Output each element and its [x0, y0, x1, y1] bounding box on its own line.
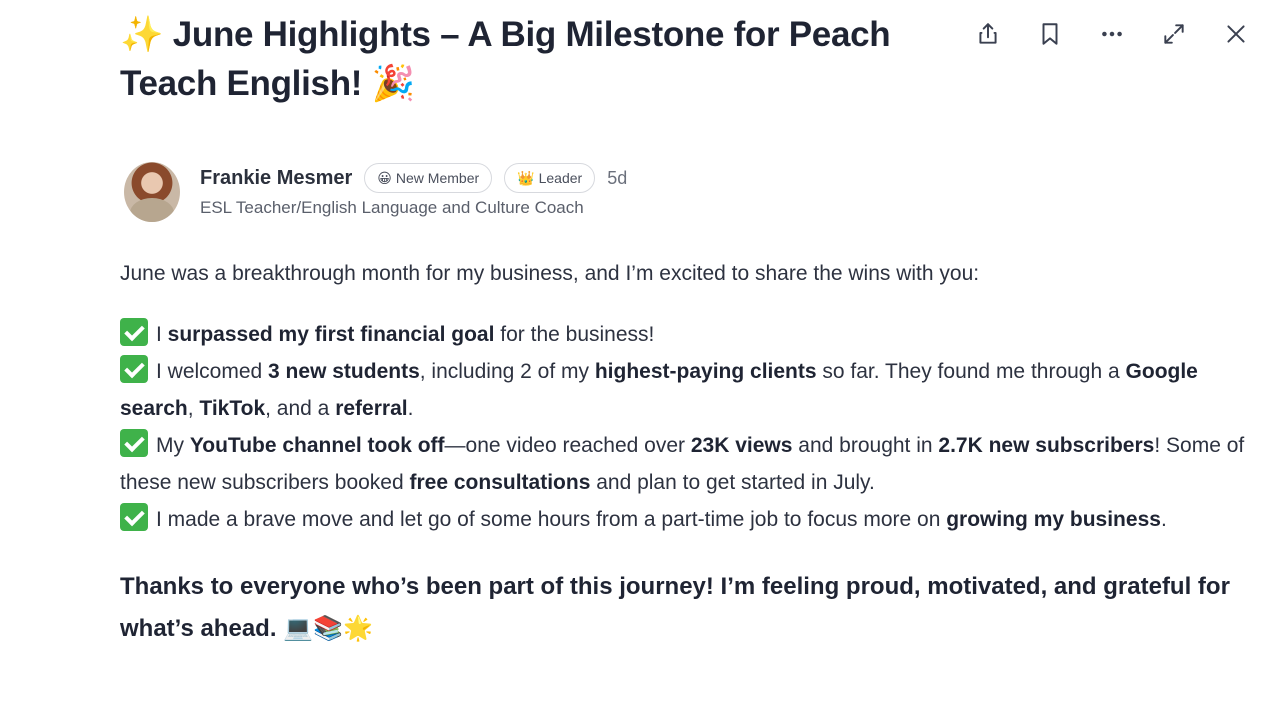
- post-toolbar: [968, 16, 1256, 52]
- share-icon: [979, 23, 997, 44]
- check-mark-icon: [120, 355, 148, 383]
- close-icon: [1227, 25, 1245, 43]
- check-mark-icon: [120, 429, 148, 457]
- badge-leader-label: Leader: [538, 170, 583, 186]
- avatar[interactable]: [124, 162, 180, 222]
- list-item: I welcomed 3 new students, including 2 o…: [120, 353, 1250, 427]
- badge-new-member: 😀 New Member: [364, 163, 493, 193]
- more-button[interactable]: [1092, 16, 1132, 52]
- share-button[interactable]: [968, 16, 1008, 52]
- expand-button[interactable]: [1154, 16, 1194, 52]
- post-title-text: June Highlights – A Big Milestone for Pe…: [120, 15, 891, 103]
- list-item: I made a brave move and let go of some h…: [120, 501, 1250, 538]
- check-mark-icon: [120, 503, 148, 531]
- party-popper-icon: 🎉: [371, 64, 416, 103]
- intro-paragraph: June was a breakthrough month for my bus…: [120, 262, 980, 285]
- author-title: ESL Teacher/English Language and Culture…: [200, 198, 584, 217]
- expand-icon: [1164, 24, 1184, 44]
- more-icon: [1102, 31, 1122, 37]
- badge-leader: 👑 Leader: [504, 163, 596, 193]
- author-name-row: Frankie Mesmer 😀 New Member 👑 Leader 5d: [200, 162, 627, 194]
- post-time: 5d: [607, 167, 628, 188]
- crown-icon: 👑: [517, 169, 535, 186]
- author-block: Frankie Mesmer 😀 New Member 👑 Leader 5d …: [124, 162, 627, 222]
- close-button[interactable]: [1216, 16, 1256, 52]
- author-name[interactable]: Frankie Mesmer: [200, 167, 352, 190]
- post-body: June was a breakthrough month for my bus…: [120, 256, 1250, 650]
- post-title: ✨ June Highlights – A Big Milestone for …: [120, 10, 950, 108]
- laptop-books-star-icons: 💻📚🌟: [283, 615, 373, 642]
- bookmark-button[interactable]: [1030, 16, 1070, 52]
- list-item: My YouTube channel took off—one video re…: [120, 427, 1250, 501]
- sparkles-icon: ✨: [120, 15, 164, 54]
- list-item: I surpassed my first financial goal for …: [120, 316, 1250, 353]
- badge-new-member-label: New Member: [395, 170, 480, 186]
- author-info: Frankie Mesmer 😀 New Member 👑 Leader 5d …: [200, 162, 627, 218]
- bookmark-icon: [1042, 23, 1058, 45]
- highlights-list: I surpassed my first financial goal for …: [120, 316, 1250, 538]
- check-mark-icon: [120, 318, 148, 346]
- grinning-face-icon: 😀: [377, 169, 392, 186]
- closing-paragraph: Thanks to everyone who’s been part of th…: [120, 566, 1250, 650]
